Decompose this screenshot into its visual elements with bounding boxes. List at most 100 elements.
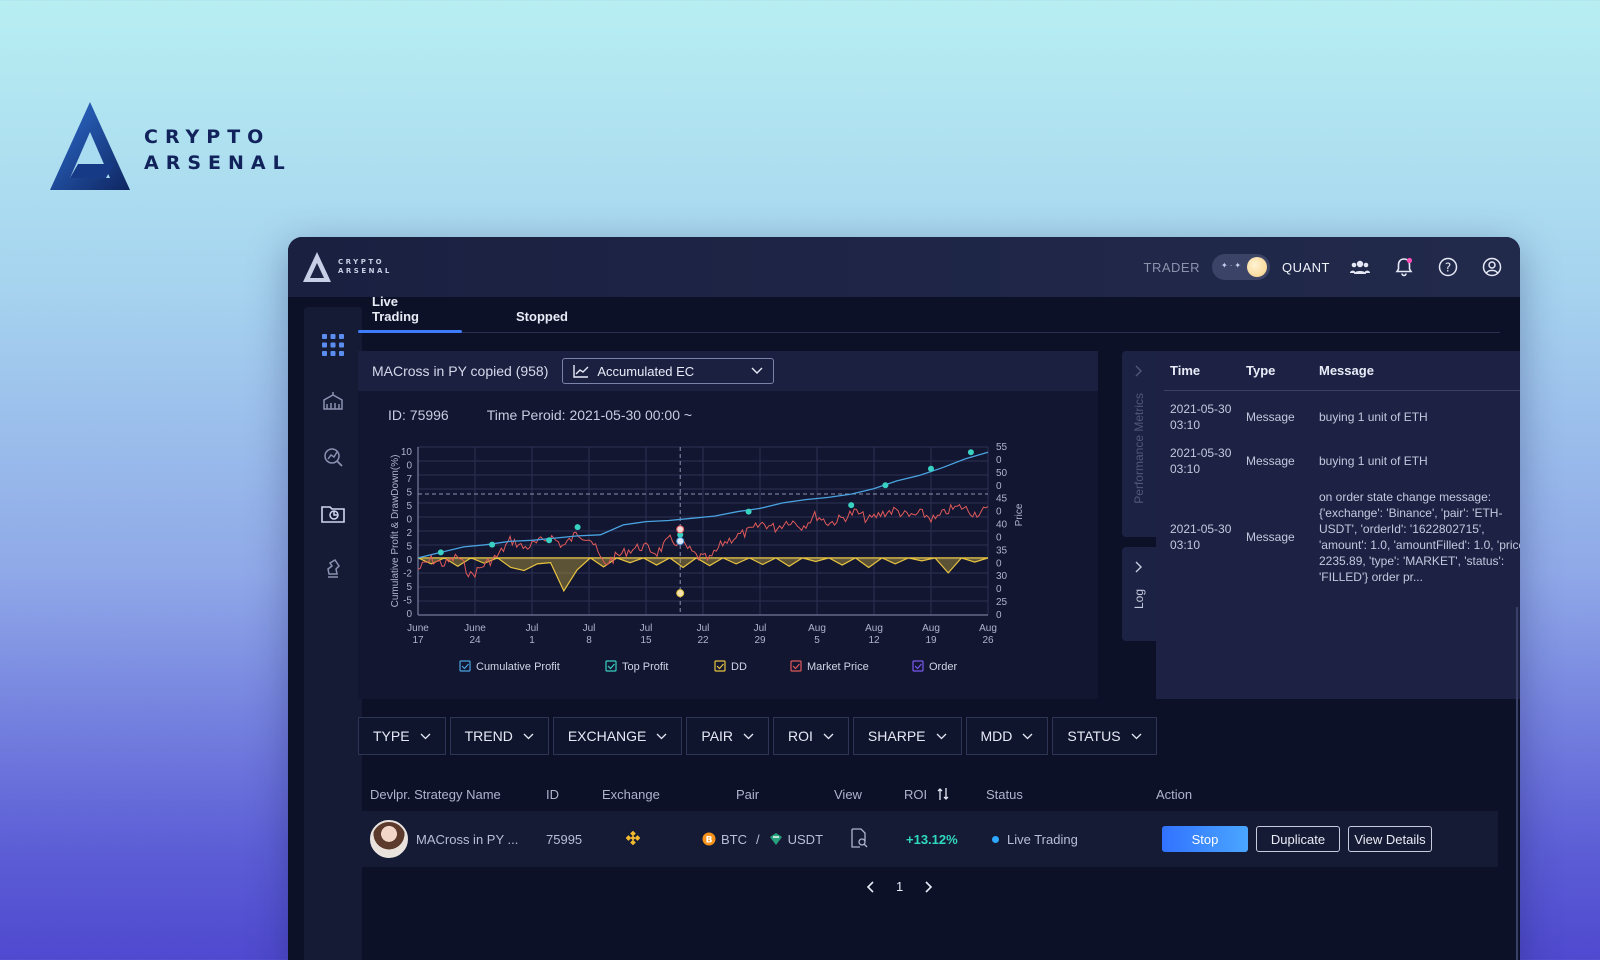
filter-sharpe[interactable]: SHARPE — [852, 717, 962, 755]
strategy-knight-icon[interactable] — [304, 541, 362, 597]
x-tick-label: 8 — [586, 635, 592, 646]
filter-type[interactable]: TYPE — [358, 717, 446, 755]
y2-tick-label: 0 — [996, 507, 1002, 518]
filter-mdd[interactable]: MDD — [965, 717, 1049, 755]
filter-bar: TYPE TREND EXCHANGE PAIR ROI SHARPE MDD … — [358, 717, 1157, 755]
legend-check-icon — [792, 663, 800, 670]
brand-line-1: CRYPTO — [144, 126, 271, 148]
log-type: Message — [1246, 530, 1295, 544]
legend-label: Cumulative Profit — [476, 661, 560, 673]
prev-page-icon[interactable] — [866, 880, 874, 893]
x-tick-label: 24 — [469, 635, 481, 646]
y2-tick-label: 0 — [996, 532, 1002, 543]
log-col-type: Type — [1246, 363, 1276, 378]
legend-checkbox — [605, 660, 617, 672]
y2-tick-label: 40 — [996, 520, 1008, 531]
performance-metrics-label: Performance Metrics — [1132, 393, 1146, 504]
tab-stopped[interactable]: Stopped — [502, 309, 606, 332]
avatar — [370, 820, 408, 858]
x-tick-label: 12 — [868, 635, 880, 646]
chevron-right-icon — [1135, 365, 1142, 377]
chart-type-select[interactable]: Accumulated EC — [562, 358, 775, 384]
users-icon[interactable] — [1346, 253, 1374, 281]
col-strategy-name: Devlpr. Strategy Name — [370, 786, 501, 802]
filter-pair[interactable]: PAIR — [686, 717, 770, 755]
y2-tick-label: 0 — [996, 481, 1002, 492]
log-panel: Time Type Message 2021-05-30 03:10 Messa… — [1156, 351, 1520, 699]
app-logo-line-1: CRYPTO — [338, 258, 385, 266]
x-tick-label: 22 — [697, 635, 709, 646]
x-tick-label: Jul — [526, 623, 539, 634]
arena-icon[interactable] — [304, 373, 362, 429]
row-strategy-name[interactable]: MACross in PY ... — [416, 832, 546, 847]
col-roi-label: ROI — [904, 786, 928, 802]
y-tick-label: 5 — [406, 582, 412, 593]
filter-status[interactable]: STATUS — [1052, 717, 1157, 755]
log-label: Log — [1132, 589, 1146, 610]
app-logo[interactable]: CRYPTO ARSENAL — [302, 251, 392, 283]
y-tick-label: 10 — [401, 447, 413, 458]
window-scrollbar[interactable] — [1516, 607, 1518, 960]
y2-tick-label: 35 — [996, 545, 1008, 556]
legend-label: Order — [929, 661, 957, 673]
x-tick-label: 19 — [925, 635, 937, 646]
filter-label: SHARPE — [867, 728, 926, 744]
y2-tick-label: 0 — [996, 584, 1002, 595]
table-row[interactable]: MACross in PY ... 75995 B BTC / USDT +13… — [358, 811, 1498, 867]
log-message: buying 1 unit of ETH — [1319, 454, 1428, 468]
x-tick-label: 5 — [814, 635, 820, 646]
filter-exchange[interactable]: EXCHANGE — [552, 717, 683, 755]
next-page-icon[interactable] — [925, 880, 933, 893]
btc-icon: B — [702, 832, 716, 846]
y-tick-label: -2 — [403, 569, 412, 580]
y-tick-label: 5 — [406, 501, 412, 512]
filter-trend[interactable]: TREND — [449, 717, 549, 755]
log-row: 2021-05-30 03:10 Message buying 1 unit o… — [1164, 439, 1520, 483]
view-details-icon[interactable] — [850, 827, 906, 851]
view-details-button[interactable]: View Details — [1348, 826, 1432, 852]
account-icon[interactable] — [1478, 253, 1506, 281]
portfolio-folder-icon[interactable] — [304, 485, 362, 541]
y-tick-label: 0 — [406, 461, 412, 472]
legend-check-icon — [716, 663, 724, 670]
current-page[interactable]: 1 — [896, 879, 903, 894]
col-exchange: Exchange — [602, 786, 660, 802]
mode-toggle[interactable]: ✦·✦ — [1212, 254, 1270, 280]
col-roi[interactable]: ROI — [904, 787, 986, 802]
col-action: Action — [1156, 786, 1193, 802]
order-marker — [676, 525, 685, 534]
binance-icon — [625, 830, 702, 848]
row-id: 75995 — [546, 831, 583, 847]
chevron-down-icon — [936, 733, 946, 739]
chevron-down-icon — [743, 733, 754, 739]
y2-tick-label: 0 — [996, 610, 1002, 621]
pagination: 1 — [866, 879, 933, 894]
filter-label: STATUS — [1067, 728, 1121, 744]
stop-button[interactable]: Stop — [1162, 826, 1248, 852]
y-tick-label: 5 — [406, 542, 412, 553]
analysis-icon[interactable] — [304, 429, 362, 485]
apps-grid-icon[interactable] — [304, 317, 362, 373]
tab-live-trading[interactable]: Live Trading — [358, 294, 462, 333]
log-tab[interactable]: Log — [1122, 547, 1156, 641]
log-row: 2021-05-30 03:10 Message on order state … — [1164, 483, 1520, 591]
tab-bar: Live Trading Stopped — [358, 294, 1500, 333]
order-marker — [676, 589, 685, 598]
equity-curve-chart[interactable]: June17June24Jul1Jul8Jul15Jul22Jul29Aug5A… — [358, 391, 1098, 699]
pair-quote: USDT — [787, 831, 824, 847]
y-tick-label: 7 — [406, 474, 412, 485]
moon-icon — [1247, 257, 1267, 277]
usdt-icon — [769, 833, 782, 845]
filter-roi[interactable]: ROI — [773, 717, 849, 755]
quant-mode-label[interactable]: QUANT — [1282, 260, 1330, 275]
y2-axis-label: Price — [1014, 503, 1025, 526]
trader-mode-label[interactable]: TRADER — [1144, 260, 1200, 275]
performance-metrics-tab[interactable]: Performance Metrics — [1122, 351, 1156, 537]
duplicate-button[interactable]: Duplicate — [1256, 826, 1340, 852]
log-type: Message — [1246, 454, 1295, 468]
help-icon[interactable]: ? — [1434, 253, 1462, 281]
row-status: Live Trading — [992, 832, 1162, 847]
bell-icon[interactable] — [1390, 253, 1418, 281]
arsenal-logo-icon — [50, 102, 130, 190]
legend-checkbox — [790, 660, 802, 672]
